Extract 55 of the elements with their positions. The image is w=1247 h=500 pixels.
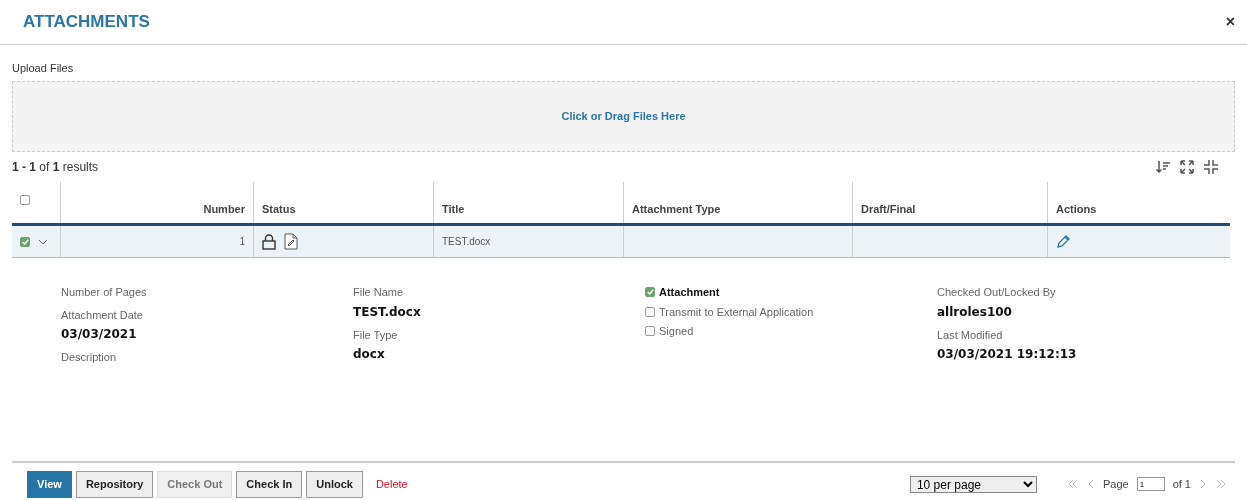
checkbox[interactable]	[645, 287, 655, 298]
chevron-down-icon[interactable]	[38, 237, 48, 246]
upload-label: Upload Files	[12, 62, 74, 74]
per-page-select[interactable]: 10 per page	[909, 475, 1037, 493]
page-input[interactable]: 1	[1136, 477, 1165, 492]
row-checkbox[interactable]	[20, 236, 30, 247]
column-header: Number	[203, 201, 245, 217]
pencil-icon[interactable]	[1056, 234, 1070, 249]
checkbox-label: Attachment	[659, 285, 720, 300]
page-count: of 1	[1172, 477, 1191, 492]
action-button[interactable]: Unlock	[306, 471, 363, 498]
checkbox[interactable]	[645, 326, 655, 337]
delete-link[interactable]: Delete	[366, 472, 417, 497]
field-value: allroles100	[937, 303, 1013, 321]
dropzone[interactable]: Click or Drag Files Here	[12, 81, 1235, 152]
check-icon	[646, 289, 654, 296]
action-button[interactable]: Repository	[75, 471, 154, 498]
document-icon	[284, 233, 298, 250]
title-cell-text: TEST.docx	[442, 235, 491, 249]
dropzone-text: Click or Drag Files Here	[561, 109, 686, 125]
close-button[interactable]: ×	[1225, 10, 1235, 34]
column-header: Title	[442, 201, 465, 217]
column-header: Attachment Type	[632, 201, 721, 217]
first-page-icon[interactable]	[1066, 478, 1079, 491]
checkbox[interactable]	[645, 306, 655, 317]
field-label: Number of Pages	[61, 285, 148, 300]
dialog-title: ATTACHMENTS	[23, 11, 150, 34]
field-label: File Name	[353, 285, 405, 300]
page-label: Page	[1102, 477, 1129, 492]
sort-icon[interactable]	[1155, 159, 1171, 175]
field-label: File Type	[353, 327, 399, 343]
check-icon	[21, 238, 29, 245]
field-value: docx	[353, 346, 386, 363]
field-label: Last Modified	[937, 327, 1004, 343]
column-header: Status	[262, 201, 296, 217]
field-label: Description	[61, 350, 118, 365]
column-header: Actions	[1056, 201, 1097, 217]
field-value: 03/03/2021 19:12:13	[937, 346, 1078, 363]
next-page-icon[interactable]	[1199, 478, 1207, 491]
expand-icon[interactable]	[1179, 159, 1195, 175]
action-button[interactable]: Check In	[236, 471, 303, 498]
field-value: 03/03/2021	[61, 326, 138, 343]
collapse-icon[interactable]	[1203, 159, 1219, 175]
field-value: TEST.docx	[353, 303, 422, 321]
action-button[interactable]: View	[27, 471, 72, 498]
column-header: Draft/Final	[861, 201, 916, 217]
field-label: Checked Out/Locked By	[937, 285, 1057, 300]
field-label: Attachment Date	[61, 307, 144, 323]
previous-page-icon[interactable]	[1086, 478, 1095, 491]
checkbox-label: Transmit to External Application	[659, 304, 814, 320]
number-cell-text: 1	[239, 235, 245, 249]
last-page-icon[interactable]	[1215, 478, 1227, 491]
checkbox-label: Signed	[659, 324, 694, 339]
results-count: 1 - 1 of 1 results	[12, 159, 99, 176]
select-all-checkbox[interactable]	[20, 194, 30, 205]
